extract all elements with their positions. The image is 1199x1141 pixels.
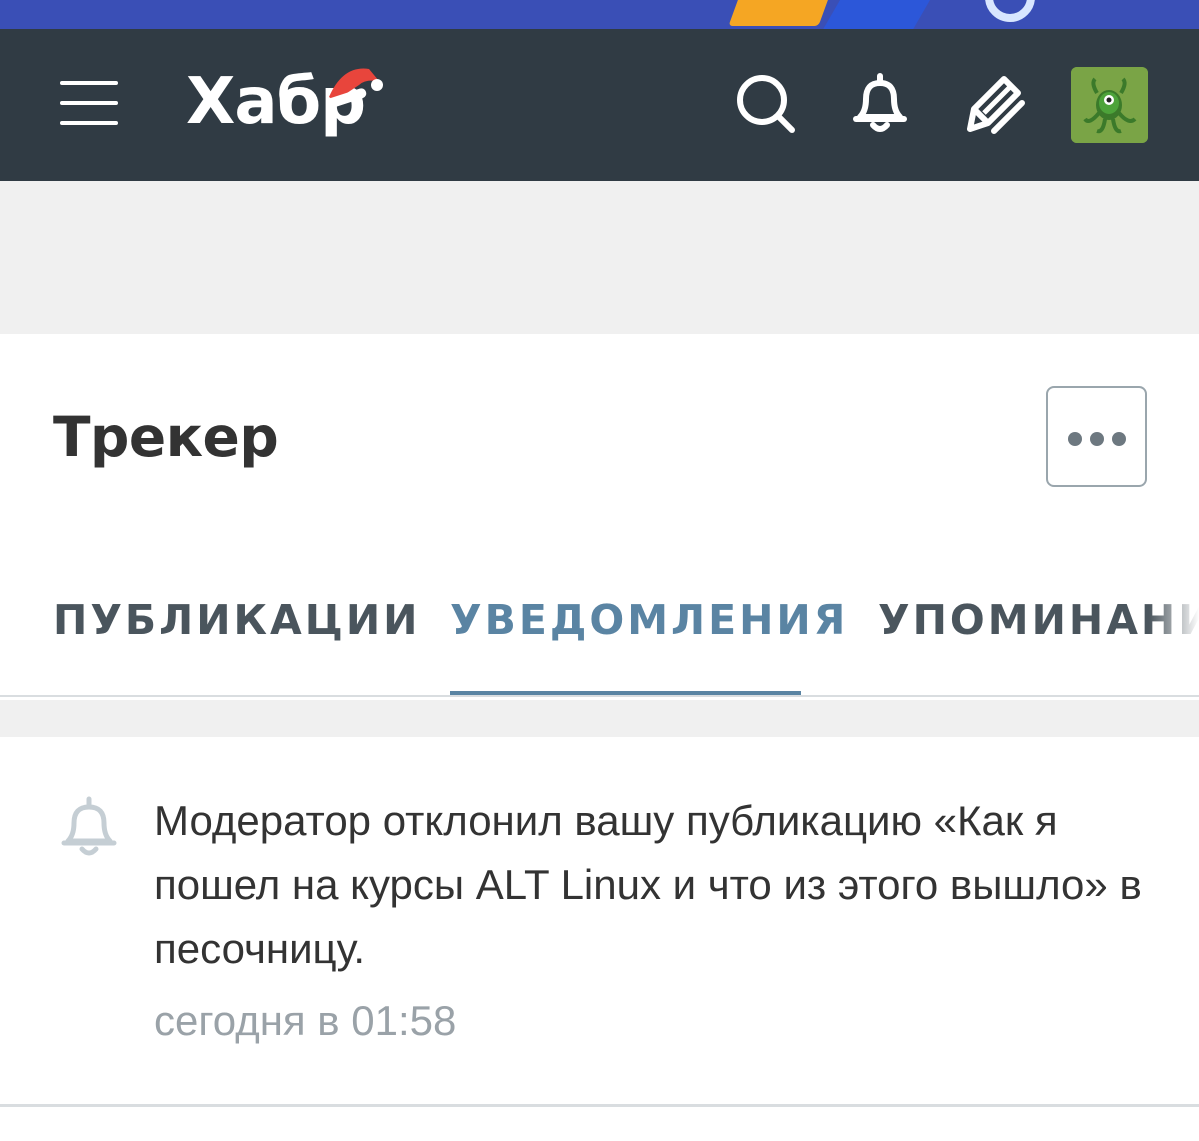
avatar[interactable] — [1071, 67, 1148, 143]
tab-scroll-fade — [1149, 560, 1199, 695]
more-dots-icon — [1112, 432, 1126, 446]
tab-notifications[interactable]: УВЕДОМЛЕНИЯ — [450, 596, 848, 644]
top-navbar: Хабр — [0, 29, 1199, 181]
page-spacer — [0, 181, 1199, 334]
avatar-image — [1071, 67, 1148, 143]
pen-icon[interactable] — [960, 69, 1028, 137]
page-title: Трекер — [53, 405, 279, 469]
more-dots-icon — [1090, 432, 1104, 446]
more-options-button[interactable] — [1046, 386, 1147, 487]
section-spacer — [0, 700, 1199, 737]
menu-icon[interactable] — [60, 81, 118, 127]
tab-publications[interactable]: ПУБЛИКАЦИИ — [53, 596, 420, 644]
promo-decoration — [728, 0, 832, 26]
promo-banner[interactable] — [0, 0, 1199, 29]
promo-decoration — [822, 0, 948, 29]
list-divider — [0, 1104, 1199, 1107]
notification-text: Модератор отклонил вашу публикацию «Как … — [154, 797, 1142, 972]
santa-hat-icon — [327, 68, 383, 108]
search-icon[interactable] — [731, 69, 799, 137]
tab-bar: ПУБЛИКАЦИИ УВЕДОМЛЕНИЯ УПОМИНАНИЯ — [0, 560, 1199, 700]
notification-item[interactable]: Модератор отклонил вашу публикацию «Как … — [0, 737, 1199, 1107]
tab-divider — [0, 695, 1199, 697]
more-dots-icon — [1068, 432, 1082, 446]
notification-timestamp: сегодня в 01:58 — [154, 997, 457, 1044]
promo-decoration — [985, 0, 1035, 22]
bell-icon[interactable] — [846, 69, 914, 137]
bell-icon — [61, 796, 117, 856]
